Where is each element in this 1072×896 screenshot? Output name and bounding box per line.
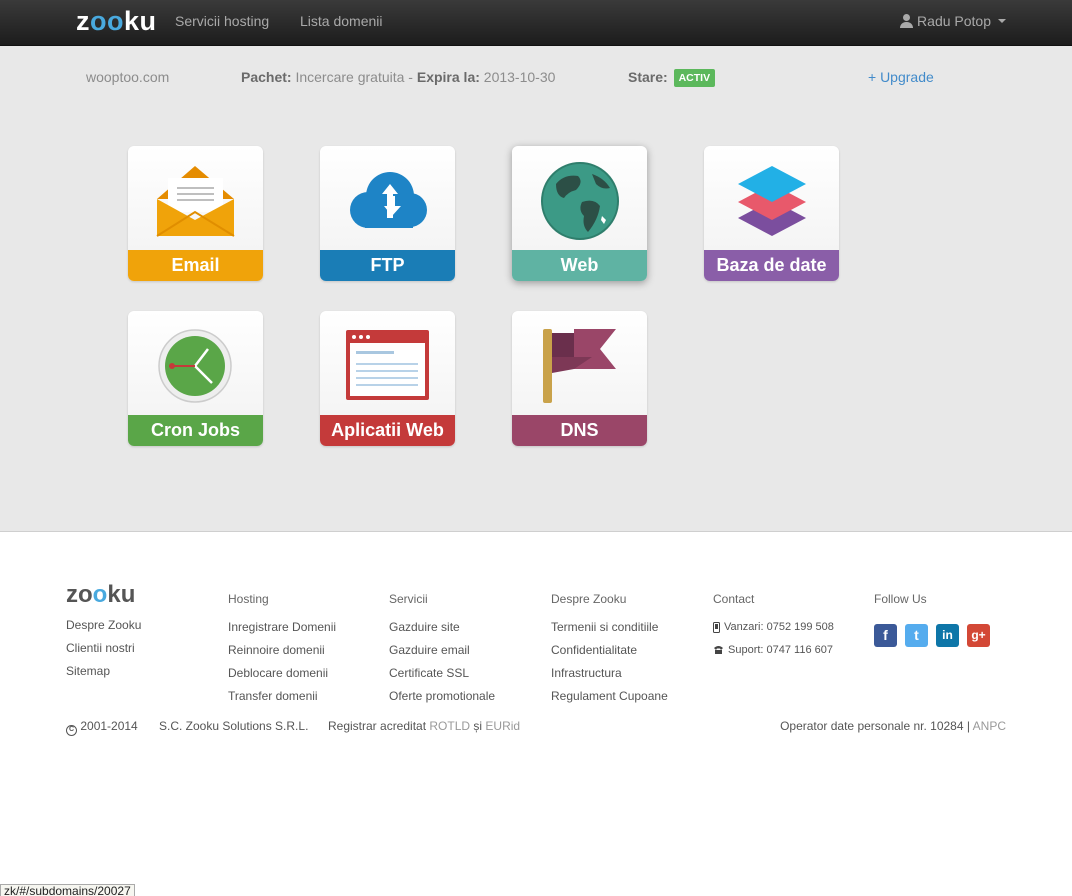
tile-label: Cron Jobs — [128, 415, 263, 446]
caret-down-icon — [998, 19, 1006, 23]
tile-label: Baza de date — [704, 250, 839, 281]
tile-dns[interactable]: DNS — [512, 311, 647, 446]
footer-link[interactable]: Sitemap — [66, 664, 141, 678]
telephone-icon — [714, 646, 723, 654]
status-info: Stare: ACTIV — [628, 69, 716, 87]
tile-web[interactable]: Web — [512, 146, 647, 281]
footer-link[interactable]: Confidentialitate — [551, 643, 668, 657]
footer-link[interactable]: Deblocare domenii — [228, 666, 336, 680]
footer-link[interactable]: Infrastructura — [551, 666, 668, 680]
footer-link[interactable]: Inregistrare Domenii — [228, 620, 336, 634]
tile-cron-jobs[interactable]: Cron Jobs — [128, 311, 263, 446]
upgrade-link[interactable]: + Upgrade — [868, 69, 934, 85]
linkedin-icon[interactable]: in — [936, 624, 959, 647]
status-badge: ACTIV — [673, 69, 716, 87]
footer-servicii: Servicii Gazduire site Gazduire email Ce… — [389, 592, 495, 712]
tile-label: Aplicatii Web — [320, 415, 455, 446]
tile-label: DNS — [512, 415, 647, 446]
footer-link[interactable]: Gazduire site — [389, 620, 495, 634]
globe-icon — [541, 162, 619, 240]
support-phone: Suport: 0747 116 607 — [713, 643, 834, 657]
user-icon — [900, 14, 914, 28]
browser-window-icon — [346, 330, 429, 400]
footer-logo[interactable]: zooku — [66, 581, 135, 609]
registrar-info: Registrar acreditat ROTLD și EURid — [328, 719, 521, 733]
anpc-link[interactable]: ANPC — [973, 719, 1006, 733]
eurid-link[interactable]: EURid — [485, 719, 520, 733]
tile-label: Web — [512, 250, 647, 281]
user-menu[interactable]: Radu Potop — [900, 13, 1006, 29]
zooku-logo[interactable]: zooku — [76, 6, 157, 37]
main-panel: wooptoo.com Pachet: Incercare gratuita -… — [0, 46, 1072, 532]
nav-servicii-hosting[interactable]: Servicii hosting — [175, 13, 269, 29]
footer-heading: Hosting — [228, 592, 269, 606]
nav-lista-domenii[interactable]: Lista domenii — [300, 13, 383, 29]
footer-link[interactable]: Termenii si conditiile — [551, 620, 668, 634]
social-links: f t in g+ — [874, 624, 990, 647]
top-navbar: zooku Servicii hosting Lista domenii Rad… — [0, 0, 1072, 46]
footer-link[interactable]: Reinnoire domenii — [228, 643, 336, 657]
twitter-icon[interactable]: t — [905, 624, 928, 647]
footer-heading: Servicii — [389, 592, 428, 606]
sales-phone: Vanzari: 0752 199 508 — [713, 620, 834, 634]
domain-name: wooptoo.com — [86, 69, 170, 85]
copyright-icon: C — [66, 725, 77, 736]
company-name: S.C. Zooku Solutions S.R.L. — [159, 719, 309, 733]
clock-icon — [158, 329, 232, 403]
footer-link[interactable]: Oferte promotionale — [389, 689, 495, 703]
footer-about: Despre Zooku Clientii nostri Sitemap — [66, 618, 141, 687]
status-bar-url: zk/#/subdomains/20027 — [0, 884, 135, 896]
tile-ftp[interactable]: FTP — [320, 146, 455, 281]
package-info: Pachet: Incercare gratuita - Expira la: … — [241, 69, 556, 85]
google-plus-icon[interactable]: g+ — [967, 624, 990, 647]
footer-link[interactable]: Regulament Cupoane — [551, 689, 668, 703]
tile-label: FTP — [320, 250, 455, 281]
footer-link[interactable]: Certificate SSL — [389, 666, 495, 680]
footer-link[interactable]: Despre Zooku — [66, 618, 141, 632]
copyright: C 2001-2014 — [66, 719, 138, 736]
footer-link[interactable]: Gazduire email — [389, 643, 495, 657]
flag-icon — [543, 329, 616, 403]
footer-contact: Contact Vanzari: 0752 199 508 Suport: 07… — [713, 592, 834, 666]
footer-heading: Despre Zooku — [551, 592, 627, 606]
cloud-transfer-icon — [350, 172, 427, 228]
footer-heading: Contact — [713, 592, 755, 606]
footer-follow: Follow Us — [874, 592, 927, 620]
tile-email[interactable]: Email — [128, 146, 263, 281]
mobile-phone-icon — [713, 621, 720, 633]
footer-link[interactable]: Clientii nostri — [66, 641, 141, 655]
operator-info: Operator date personale nr. 10284 | ANPC — [780, 719, 1006, 733]
user-name: Radu Potop — [917, 13, 991, 29]
tile-baza-de-date[interactable]: Baza de date — [704, 146, 839, 281]
facebook-icon[interactable]: f — [874, 624, 897, 647]
tile-aplicatii-web[interactable]: Aplicatii Web — [320, 311, 455, 446]
database-layers-icon — [738, 166, 806, 236]
envelope-icon — [156, 166, 235, 237]
footer-despre: Despre Zooku Termenii si conditiile Conf… — [551, 592, 668, 712]
footer-link[interactable]: Transfer domenii — [228, 689, 336, 703]
footer-heading: Follow Us — [874, 592, 927, 606]
tile-label: Email — [128, 250, 263, 281]
rotld-link[interactable]: ROTLD — [429, 719, 470, 733]
footer-hosting: Hosting Inregistrare Domenii Reinnoire d… — [228, 592, 336, 712]
